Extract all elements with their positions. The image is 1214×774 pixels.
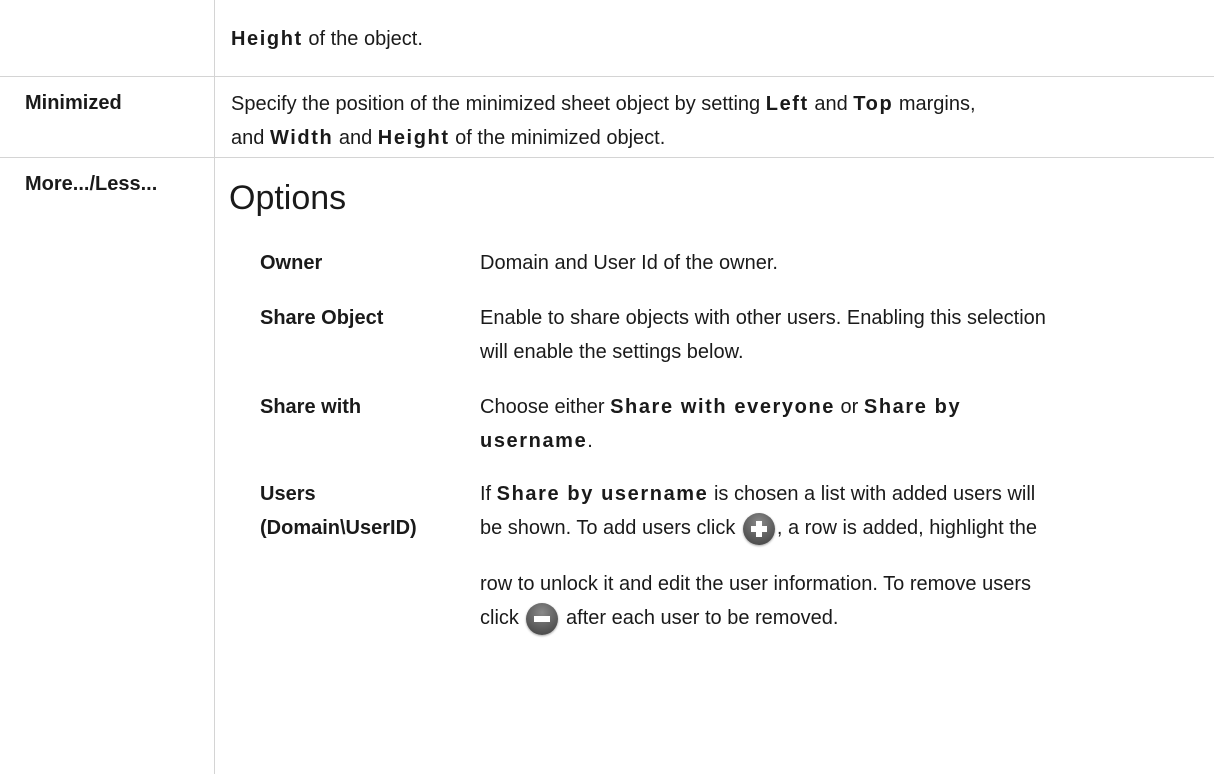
desc-text: and (333, 127, 378, 149)
option-label-share-object: Share Object (260, 307, 384, 329)
term-height: Height (231, 28, 303, 50)
desc-text: . (587, 430, 593, 452)
term-share-with-everyone: Share with everyone (610, 396, 835, 418)
row-divider (0, 157, 1214, 158)
label-minimized: Minimized (25, 92, 122, 114)
option-label-users: Users (Domain\UserID) (260, 477, 417, 545)
desc-text: , a row is added, highlight the (776, 517, 1038, 539)
desc-text: after each user to be removed. (560, 607, 839, 629)
term-top: Top (853, 93, 894, 115)
minimized-desc: Specify the position of the minimized sh… (231, 87, 1111, 155)
minus-circle-icon (526, 602, 559, 635)
desc-line: Enable to share objects with other users… (480, 307, 1046, 329)
row-divider (0, 76, 1214, 77)
label-line: Users (260, 483, 316, 505)
desc-text: of the object. (302, 28, 423, 50)
options-heading: Options (229, 179, 347, 217)
desc-text: margins, (893, 93, 976, 115)
desc-line: If Share by username is chosen a list wi… (480, 477, 1170, 511)
desc-line: be shown. To add users click , a row is … (480, 511, 1170, 547)
desc-line: click after each user to be removed. (480, 601, 1170, 635)
desc-text: be shown. To add users click (480, 517, 741, 539)
desc-text: and (231, 127, 270, 149)
minimized-desc-line1: Specify the position of the minimized sh… (231, 87, 1111, 121)
label-line: (Domain\UserID) (260, 517, 417, 539)
label-more-less: More.../Less... (25, 173, 158, 195)
term-height: Height (377, 127, 450, 149)
option-desc-share-object: Enable to share objects with other users… (480, 301, 1170, 369)
plus-circle-icon (742, 512, 775, 545)
desc-text: Specify the position of the minimized sh… (231, 93, 766, 115)
option-desc-owner: Domain and User Id of the owner. (480, 252, 778, 274)
desc-text: Choose either (480, 396, 611, 418)
term-username: username (480, 430, 588, 452)
desc-text: click (480, 607, 525, 629)
option-label-owner: Owner (260, 252, 323, 274)
desc-line: row to unlock it and edit the user infor… (480, 573, 1032, 595)
desc-text: and (808, 93, 854, 115)
term-width: Width (269, 127, 334, 149)
desc-line: Choose either Share with everyone or Sha… (480, 390, 1170, 424)
option-desc-users: If Share by username is chosen a list wi… (480, 477, 1170, 635)
desc-text: of the minimized object. (449, 127, 666, 149)
desc-line: username. (480, 424, 1170, 458)
desc-line: will enable the settings below. (480, 341, 744, 363)
term-share-by: Share by (863, 396, 962, 418)
option-label-share-with: Share with (260, 396, 362, 418)
desc-text: is chosen a list with added users will (708, 483, 1036, 505)
option-desc-share-with: Choose either Share with everyone or Sha… (480, 390, 1170, 458)
term-share-by-username: Share by username (496, 483, 709, 505)
term-left: Left (765, 93, 809, 115)
desc-text: If (480, 483, 497, 505)
column-divider (214, 0, 215, 774)
minimized-desc-line2: and Width and Height of the minimized ob… (231, 121, 1111, 155)
row-height-desc: Height of the object. (231, 22, 1111, 56)
desc-text: or (835, 396, 864, 418)
